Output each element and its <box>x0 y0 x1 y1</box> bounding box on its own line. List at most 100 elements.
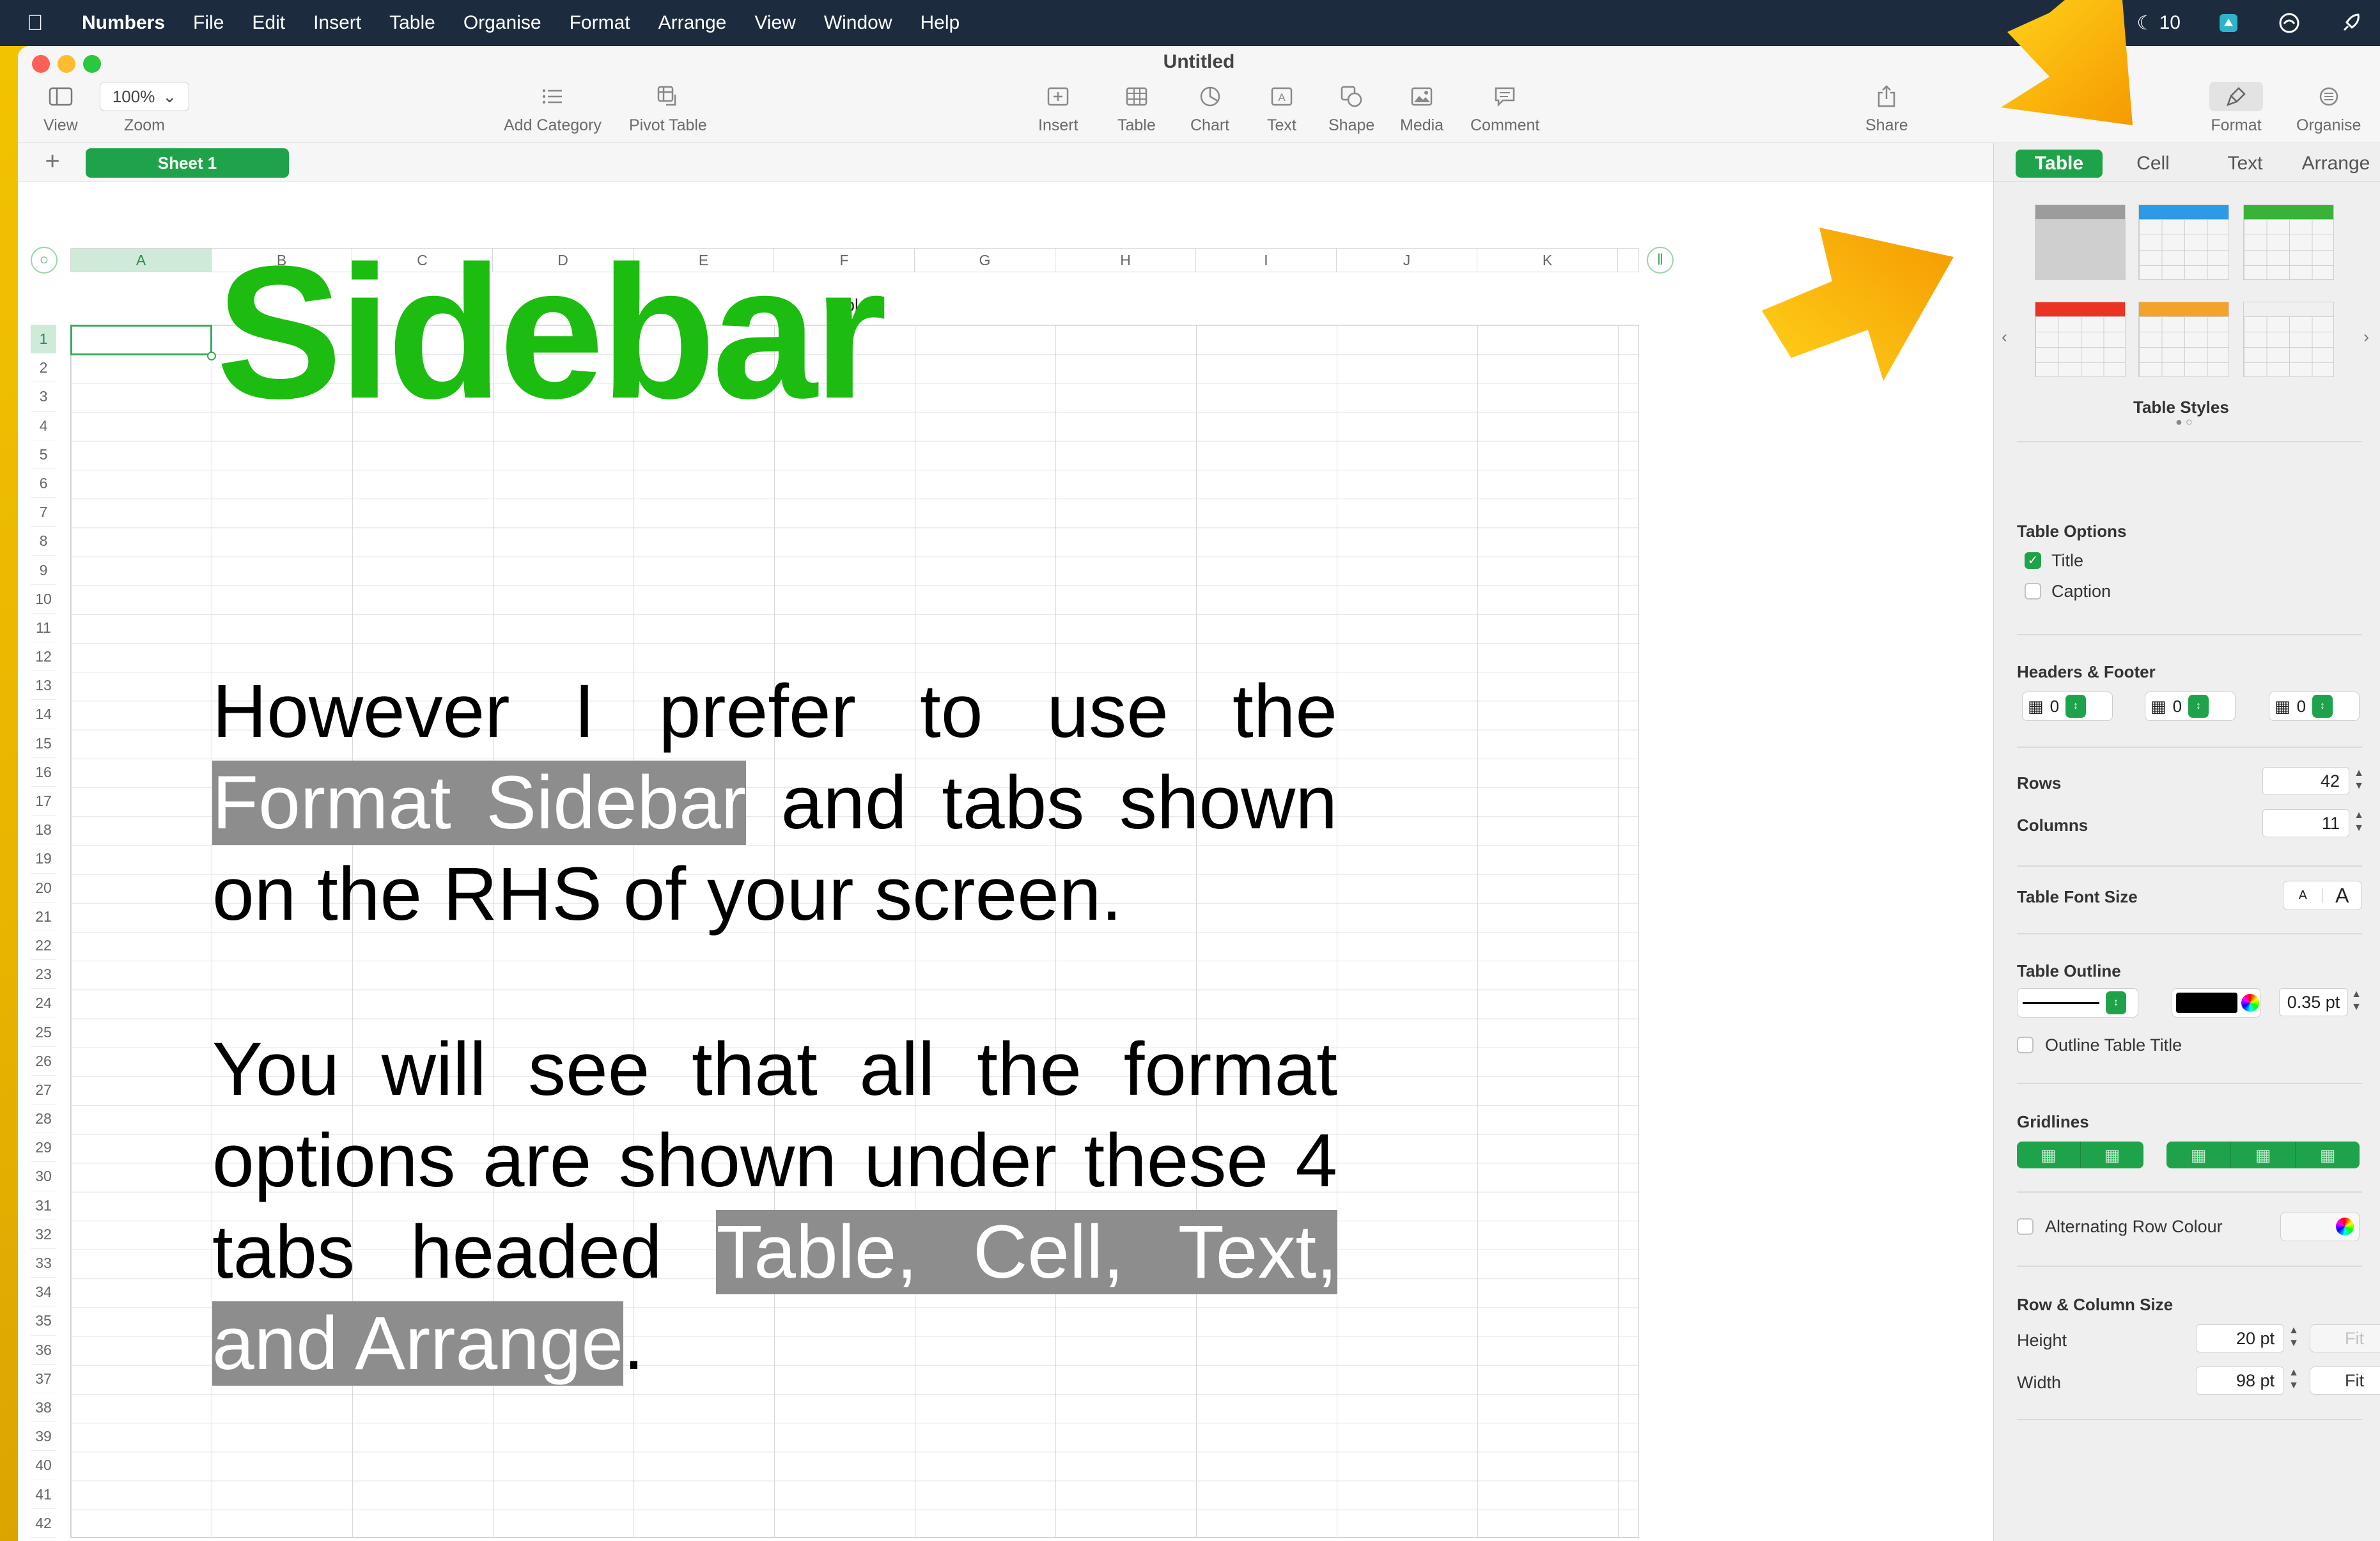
table-style-thumb[interactable] <box>2243 302 2334 377</box>
tab-arrange[interactable]: Arrange <box>2294 150 2377 178</box>
decrease-font-size-button[interactable]: A <box>2283 888 2323 903</box>
fit-height-button[interactable]: Fit <box>2310 1324 2380 1352</box>
row-header-7[interactable]: 7 <box>31 498 56 527</box>
color-wheel-icon[interactable] <box>2336 1218 2354 1235</box>
media-button[interactable]: Media <box>1400 82 1443 135</box>
zoom-control[interactable]: 100% ⌄ Zoom <box>100 82 189 135</box>
row-header-17[interactable]: 17 <box>31 787 56 816</box>
footer-rows-popup[interactable]: ▦ 0 ↕ <box>2269 692 2360 721</box>
outline-width-stepper[interactable]: ▲ ▼ <box>2349 988 2363 1016</box>
columns-field[interactable]: 11 <box>2262 809 2349 837</box>
row-header-15[interactable]: 15 <box>31 729 56 758</box>
row-header-28[interactable]: 28 <box>31 1104 56 1134</box>
table-style-thumb[interactable] <box>2035 302 2126 377</box>
share-button[interactable]: Share <box>1865 82 1908 135</box>
row-header-25[interactable]: 25 <box>31 1018 56 1047</box>
view-button[interactable]: View <box>43 82 78 135</box>
row-header-22[interactable]: 22 <box>31 931 56 961</box>
column-header-g[interactable]: G <box>915 249 1055 272</box>
column-header-j[interactable]: J <box>1337 249 1477 272</box>
column-width-stepper[interactable]: ▲ ▼ <box>2287 1367 2301 1395</box>
row-header-24[interactable]: 24 <box>31 989 56 1018</box>
menu-arrange[interactable]: Arrange <box>658 12 727 34</box>
row-height-stepper[interactable]: ▲ ▼ <box>2287 1324 2301 1352</box>
fit-width-button[interactable]: Fit <box>2310 1367 2380 1395</box>
select-table-handle[interactable]: ○ <box>31 247 58 274</box>
alternating-row-colour-well[interactable] <box>2280 1212 2360 1241</box>
selected-cell-a1[interactable] <box>70 325 212 355</box>
menu-help[interactable]: Help <box>921 12 960 34</box>
table-style-thumb[interactable] <box>2035 205 2126 280</box>
caption-checkbox[interactable] <box>2025 583 2041 600</box>
status-moon-icon[interactable]: ☾ 10 <box>2136 10 2181 36</box>
status-wifi-icon[interactable] <box>2276 10 2302 36</box>
add-sheet-button[interactable]: + <box>37 147 68 176</box>
footer-gridlines-button[interactable]: ▦ <box>2296 1142 2360 1168</box>
add-category-button[interactable]: Add Category <box>504 82 602 135</box>
row-header-35[interactable]: 35 <box>31 1306 56 1336</box>
status-app-icon[interactable] <box>2218 10 2239 36</box>
menu-organise[interactable]: Organise <box>463 12 541 34</box>
row-height-field[interactable]: 20 pt <box>2196 1324 2284 1352</box>
row-header-18[interactable]: 18 <box>31 816 56 845</box>
row-header-3[interactable]: 3 <box>31 382 56 412</box>
row-header-13[interactable]: 13 <box>31 671 56 701</box>
color-wheel-icon[interactable] <box>2241 994 2259 1012</box>
horizontal-gridlines-button[interactable]: ▦ <box>2017 1142 2081 1168</box>
row-header-6[interactable]: 6 <box>31 469 56 499</box>
row-header-11[interactable]: 11 <box>31 614 56 643</box>
row-header-10[interactable]: 10 <box>31 585 56 614</box>
rows-field[interactable]: 42 <box>2262 767 2349 795</box>
table-style-thumb[interactable] <box>2243 205 2334 280</box>
row-header-40[interactable]: 40 <box>31 1451 56 1480</box>
row-header-1[interactable]: 1 <box>31 325 56 354</box>
menu-insert[interactable]: Insert <box>313 12 361 34</box>
row-header-31[interactable]: 31 <box>31 1191 56 1220</box>
format-button[interactable]: Format <box>2209 82 2263 135</box>
row-header-38[interactable]: 38 <box>31 1393 56 1423</box>
row-header-20[interactable]: 20 <box>31 874 56 902</box>
row-header-33[interactable]: 33 <box>31 1249 56 1278</box>
outline-style-popup[interactable]: ↕ <box>2017 988 2138 1018</box>
table-button[interactable]: Table <box>1117 82 1156 135</box>
comment-button[interactable]: Comment <box>1470 82 1539 135</box>
column-header-k[interactable]: K <box>1477 249 1618 272</box>
apple-menu-icon[interactable]:  <box>27 11 65 36</box>
row-header-32[interactable]: 32 <box>31 1220 56 1249</box>
add-column-handle[interactable]: ‖ <box>1647 247 1674 274</box>
header-rows-popup[interactable]: ▦ 0 ↕ <box>2022 692 2113 721</box>
row-header-39[interactable]: 39 <box>31 1422 56 1452</box>
tab-cell[interactable]: Cell <box>2113 150 2193 178</box>
row-header-27[interactable]: 27 <box>31 1076 56 1105</box>
header-row-gridlines-button[interactable]: ▦ <box>2166 1142 2231 1168</box>
row-header-2[interactable]: 2 <box>31 353 56 383</box>
styles-prev-chevron-icon[interactable]: ‹ <box>2002 327 2007 347</box>
row-header-21[interactable]: 21 <box>31 902 56 931</box>
column-header-i[interactable]: I <box>1196 249 1337 272</box>
organise-button[interactable]: Organise <box>2296 82 2361 135</box>
menu-view[interactable]: View <box>754 12 795 34</box>
tab-text[interactable]: Text <box>2205 150 2285 178</box>
header-columns-popup[interactable]: ▦ 0 ↕ <box>2145 692 2236 721</box>
outline-color-well[interactable] <box>2172 988 2261 1018</box>
row-header-9[interactable]: 9 <box>31 556 56 585</box>
menu-table[interactable]: Table <box>389 12 435 34</box>
chart-button[interactable]: Chart <box>1190 82 1229 135</box>
rows-stepper[interactable]: ▲ ▼ <box>2352 767 2366 795</box>
title-checkbox[interactable]: ✓ <box>2025 552 2041 569</box>
status-rocket-icon[interactable] <box>2339 10 2363 36</box>
style-page-dots[interactable]: ● ○ <box>2175 415 2193 429</box>
columns-stepper[interactable]: ▲ ▼ <box>2352 809 2366 837</box>
row-header-30[interactable]: 30 <box>31 1162 56 1191</box>
row-header-16[interactable]: 16 <box>31 758 56 787</box>
outline-table-title-checkbox[interactable] <box>2017 1037 2034 1053</box>
column-header-h[interactable]: H <box>1055 249 1196 272</box>
sheet-tab[interactable]: Sheet 1 <box>86 148 289 178</box>
table-style-thumb[interactable] <box>2138 302 2229 377</box>
styles-next-chevron-icon[interactable]: › <box>2363 327 2369 347</box>
row-header-12[interactable]: 12 <box>31 642 56 672</box>
menu-app-name[interactable]: Numbers <box>82 12 165 34</box>
pivot-table-button[interactable]: Pivot Table <box>629 82 707 135</box>
row-header-34[interactable]: 34 <box>31 1278 56 1307</box>
row-header-36[interactable]: 36 <box>31 1336 56 1365</box>
